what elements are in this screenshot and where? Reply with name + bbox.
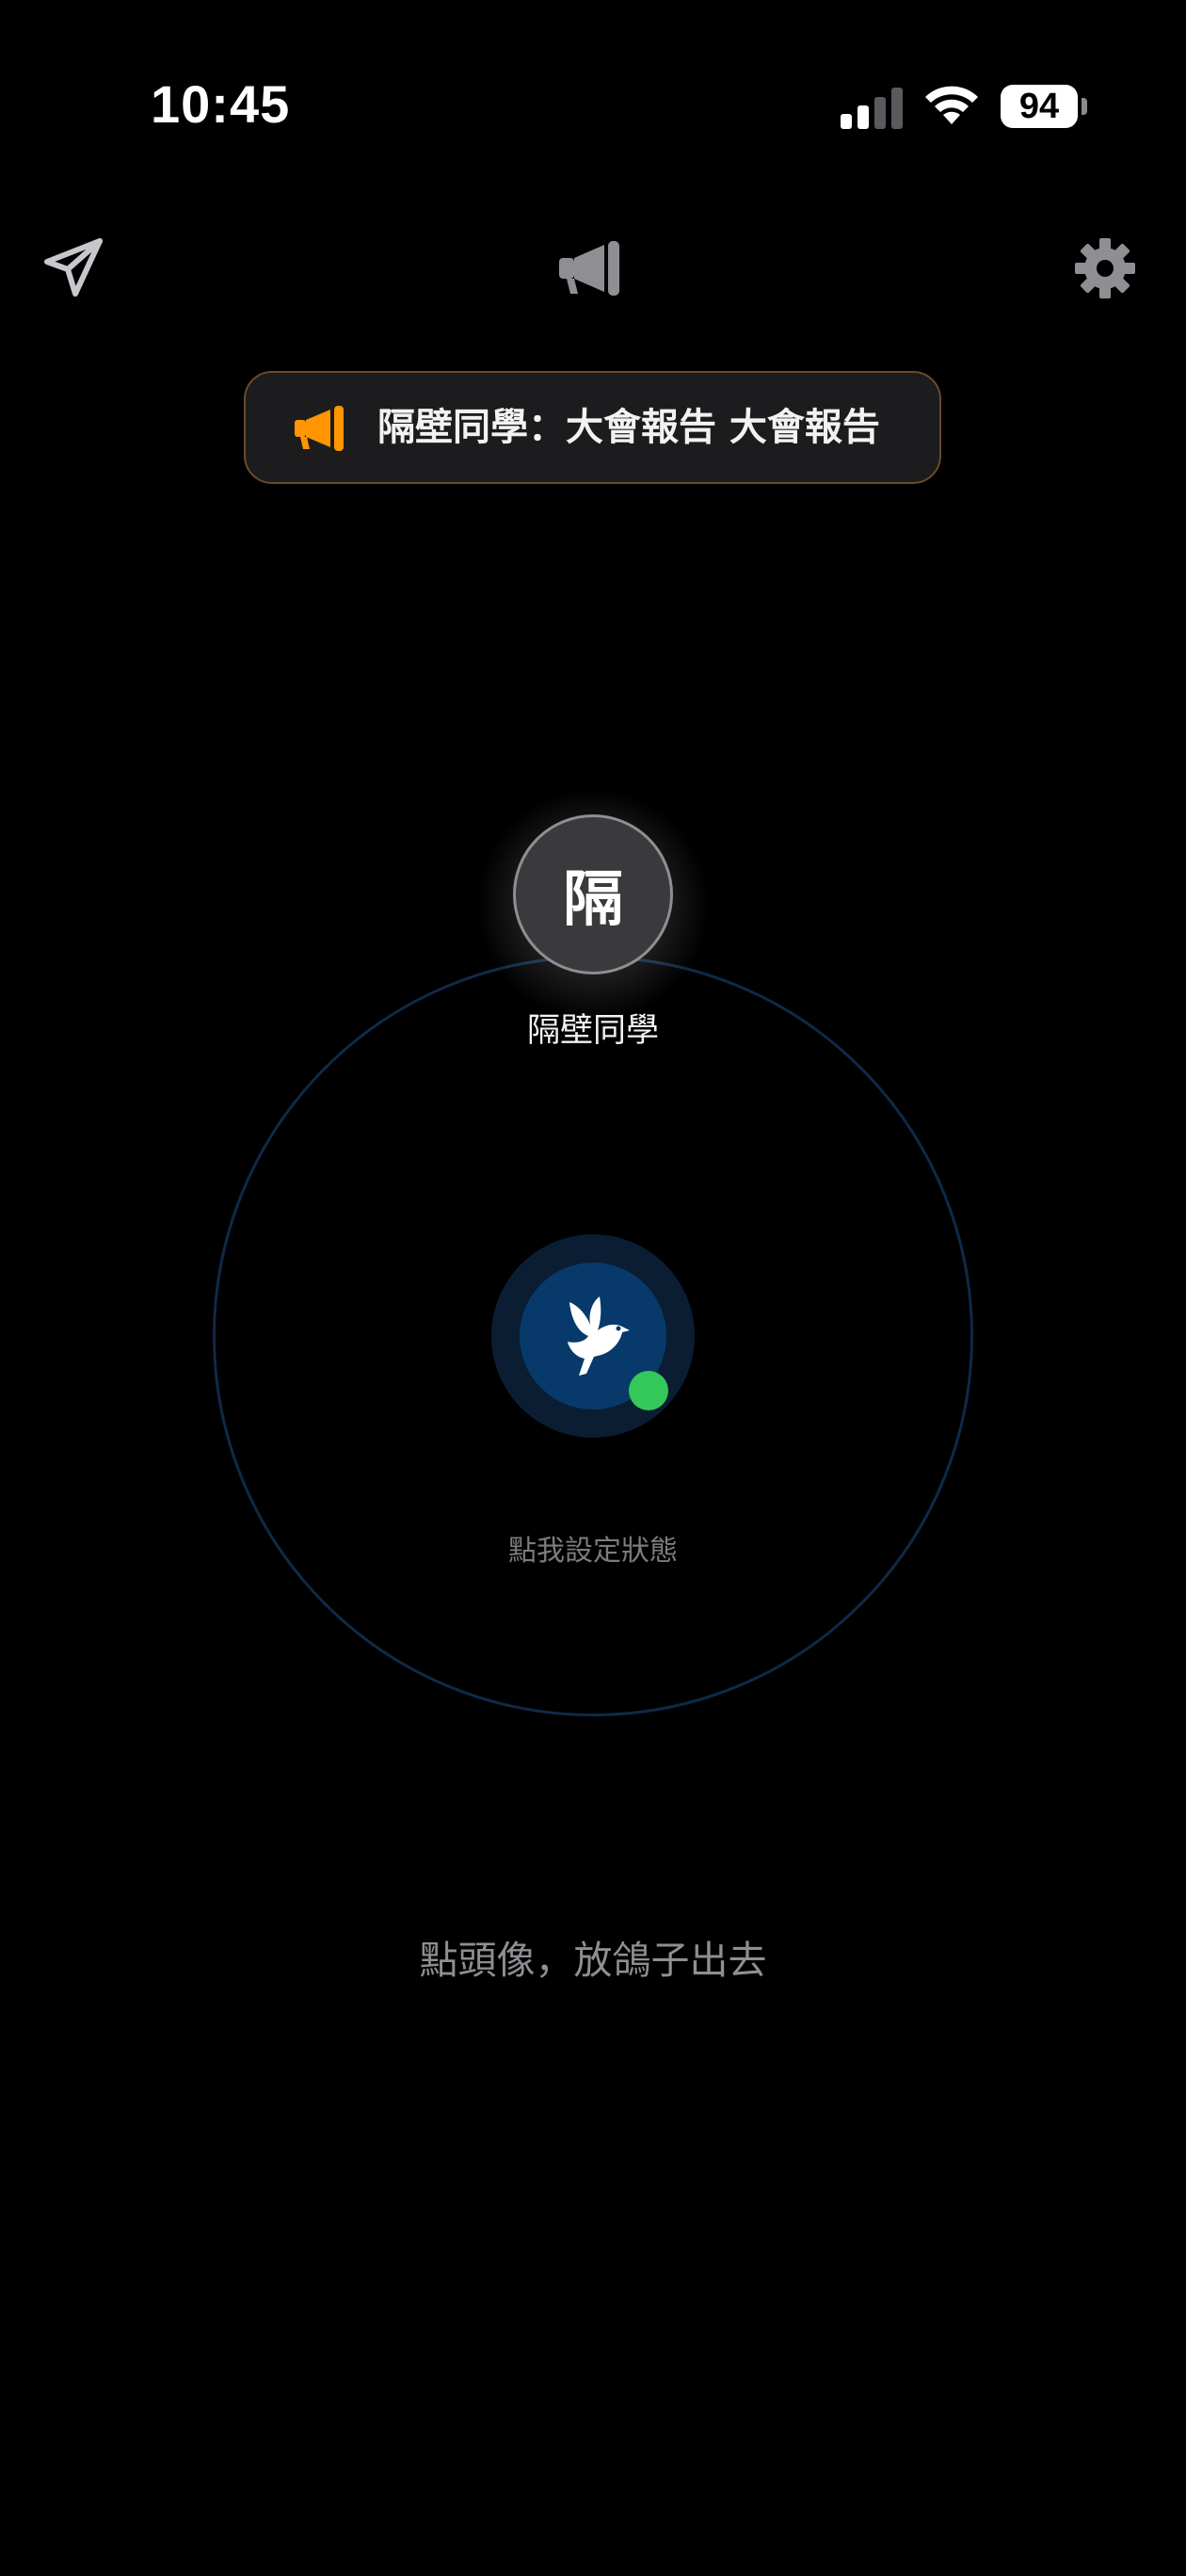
cellular-signal-icon <box>841 88 903 129</box>
set-status-label[interactable]: 點我設定狀態 <box>405 1527 781 1569</box>
wifi-icon <box>925 86 978 124</box>
gear-icon[interactable] <box>1074 237 1136 299</box>
online-status-dot <box>629 1371 668 1410</box>
contact-name: 隔壁同學 <box>526 1012 659 1050</box>
battery-indicator: 94 <box>1001 85 1087 128</box>
pigeon-icon <box>568 1296 630 1376</box>
announcement-text: 隔壁同學：大會報告 大會報告 <box>377 406 880 449</box>
paper-plane-icon[interactable] <box>43 237 104 298</box>
release-pigeon-hint: 點頭像，放鴿子出去 <box>419 1938 767 1983</box>
announcement-banner[interactable]: 隔壁同學：大會報告 大會報告 <box>244 371 941 484</box>
status-time: 10:45 <box>151 74 291 134</box>
megaphone-icon <box>295 406 344 451</box>
megaphone-icon[interactable] <box>557 239 623 298</box>
battery-level: 94 <box>1018 86 1060 126</box>
contact-avatar[interactable]: 隔 <box>513 814 673 974</box>
battery-cap <box>1082 98 1087 115</box>
battery-body: 94 <box>1001 85 1078 128</box>
avatar-initial: 隔 <box>563 865 623 935</box>
